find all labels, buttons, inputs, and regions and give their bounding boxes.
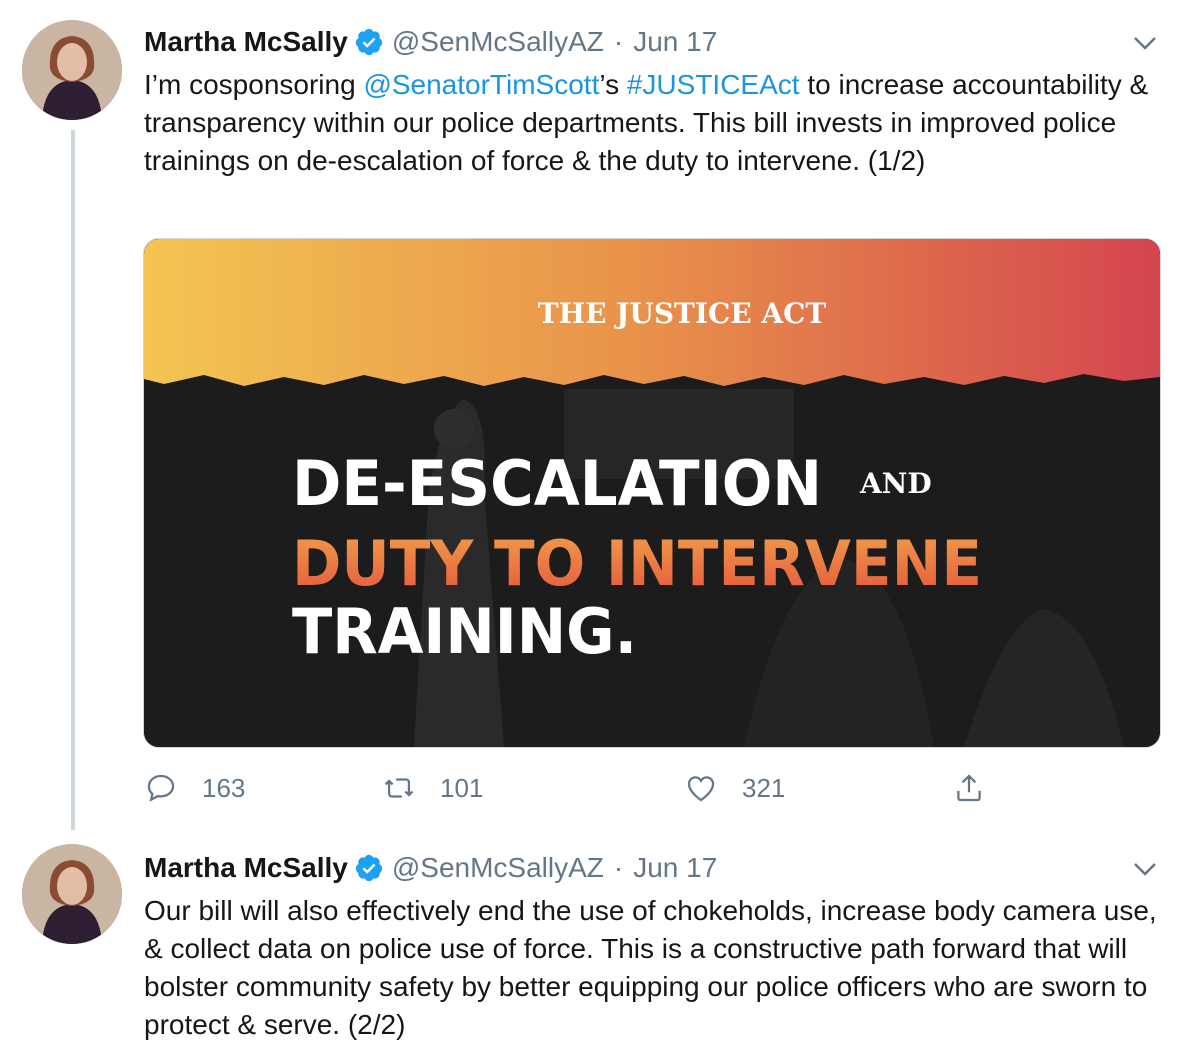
- share-icon: [957, 774, 981, 802]
- author-name[interactable]: Martha McSally: [144, 26, 348, 58]
- hashtag-link[interactable]: #JUSTICEAct: [627, 69, 800, 100]
- reply-icon: [147, 774, 175, 802]
- avatar-image: [22, 20, 122, 120]
- like-icon: [687, 776, 715, 802]
- chevron-down-icon[interactable]: [1130, 854, 1160, 884]
- tweet-text-part: ’s: [599, 69, 627, 100]
- media-headline-line3: TRAINING.: [292, 595, 637, 668]
- retweet-count: 101: [440, 772, 484, 803]
- tweet-text: Our bill will also effectively end the u…: [144, 895, 1157, 1040]
- share-button[interactable]: [952, 768, 1010, 808]
- media-headline-and: AND: [859, 467, 932, 500]
- tweet-header: Martha McSally @SenMcSallyAZ · Jun 17: [144, 22, 717, 62]
- tweet-text: I’m cosponsoring @SenatorTimScott’s #JUS…: [144, 66, 1174, 180]
- retweet-icon: [384, 778, 414, 798]
- tweet-header: Martha McSally @SenMcSallyAZ · Jun 17: [144, 848, 717, 888]
- author-name[interactable]: Martha McSally: [144, 852, 348, 884]
- verified-badge-icon: [354, 27, 384, 57]
- chevron-down-icon[interactable]: [1130, 28, 1160, 58]
- tweet-text-part: I’m cosponsoring: [144, 69, 364, 100]
- reply-button[interactable]: 163: [144, 768, 245, 808]
- author-handle[interactable]: @SenMcSallyAZ: [392, 852, 604, 884]
- media-headline-line1: DE-ESCALATION: [292, 447, 822, 520]
- tweet-date[interactable]: Jun 17: [633, 852, 717, 884]
- retweet-button[interactable]: 101: [382, 768, 483, 808]
- media-banner-title: THE JUSTICE ACT: [538, 297, 827, 330]
- media-headline-line2: DUTY TO INTERVENE: [292, 527, 982, 600]
- avatar[interactable]: [22, 20, 122, 120]
- avatar[interactable]: [22, 844, 122, 944]
- thread-connector-line: [71, 130, 75, 830]
- author-handle[interactable]: @SenMcSallyAZ: [392, 26, 604, 58]
- reply-count: 163: [202, 772, 246, 803]
- like-button[interactable]: 321: [684, 768, 785, 808]
- separator-dot: ·: [613, 852, 624, 883]
- mention-link[interactable]: @SenatorTimScott: [363, 69, 599, 100]
- avatar-image: [22, 844, 122, 944]
- justice-act-graphic: THE JUSTICE ACT DE-ESCALATION AND DUTY T…: [144, 239, 1160, 747]
- tweet-media-image[interactable]: THE JUSTICE ACT DE-ESCALATION AND DUTY T…: [143, 238, 1161, 748]
- verified-badge-icon: [354, 853, 384, 883]
- like-count: 321: [742, 772, 786, 803]
- tweet-actions: 163 101 321: [140, 768, 1000, 808]
- separator-dot: ·: [613, 26, 624, 57]
- tweet-date[interactable]: Jun 17: [633, 26, 717, 58]
